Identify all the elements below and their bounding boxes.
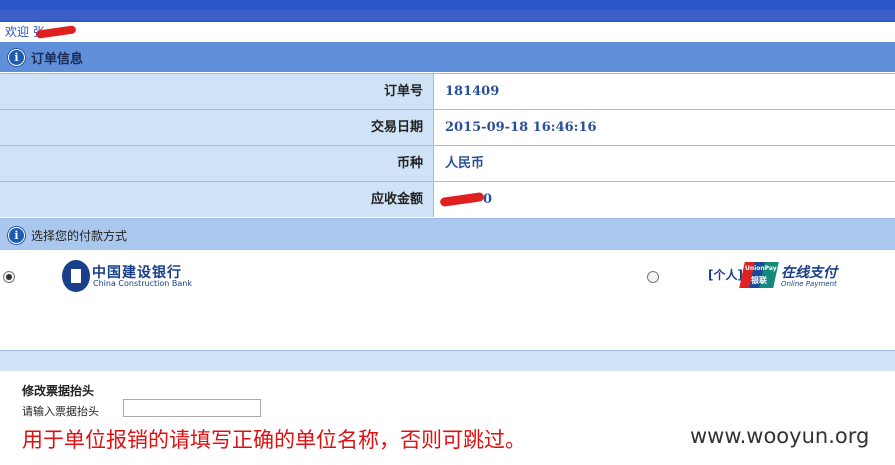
order-info-title: 订单信息 [31,51,84,67]
payment-method-header: i 选择您的付款方式 [0,218,895,251]
watermark: www.wooyun.org [690,424,870,448]
section-divider [0,350,895,371]
invoice-title-input[interactable] [123,399,261,417]
payment-method-title: 选择您的付款方式 [31,228,128,243]
unionpay-radio[interactable] [647,271,659,283]
top-bar-inner [0,10,895,20]
unionpay-badge-en: UnionPay [745,265,777,272]
ccb-name-en: China Construction Bank [93,279,192,288]
currency-value: 人民币 [435,146,895,181]
unionpay-icon: UnionPay 银联 [739,262,779,288]
amount-due-value: 0 [435,182,895,217]
ccb-emblem-icon [62,260,90,292]
invoice-input-label: 请输入票据抬头 [22,405,99,418]
top-bar [0,0,895,24]
info-icon: i [8,226,25,244]
info-icon: i [8,48,25,66]
annotation-text: 用于单位报销的请填写正确的单位名称，否则可跳过。 [22,428,526,452]
invoice-title: 修改票据抬头 [22,384,95,398]
order-row-date: 交易日期 2015-09-18 16:46:16 [0,109,895,145]
trade-date-label: 交易日期 [0,110,434,145]
currency-label: 币种 [0,146,434,181]
order-info-header: i 订单信息 [0,42,895,72]
amount-due-text: 0 [483,192,493,207]
order-row-number: 订单号 181409 [0,73,895,109]
unionpay-name-en: Online Payment [781,280,837,288]
ccb-logo[interactable]: 中国建设银行 China Construction Bank [62,260,192,292]
unionpay-personal-label: [个人] [708,268,743,282]
order-number-label: 订单号 [0,74,434,109]
trade-date-value: 2015-09-18 16:46:16 [435,110,895,145]
order-number-value: 181409 [435,74,895,109]
order-row-currency: 币种 人民币 [0,145,895,181]
unionpay-badge-cn: 银联 [751,276,767,285]
amount-due-label: 应收金额 [0,182,434,217]
ccb-radio[interactable] [3,271,15,283]
unionpay-name-cn: 在线支付 [781,265,837,281]
unionpay-logo[interactable]: [个人] UnionPay 银联 在线支付 Online Payment [708,262,838,292]
